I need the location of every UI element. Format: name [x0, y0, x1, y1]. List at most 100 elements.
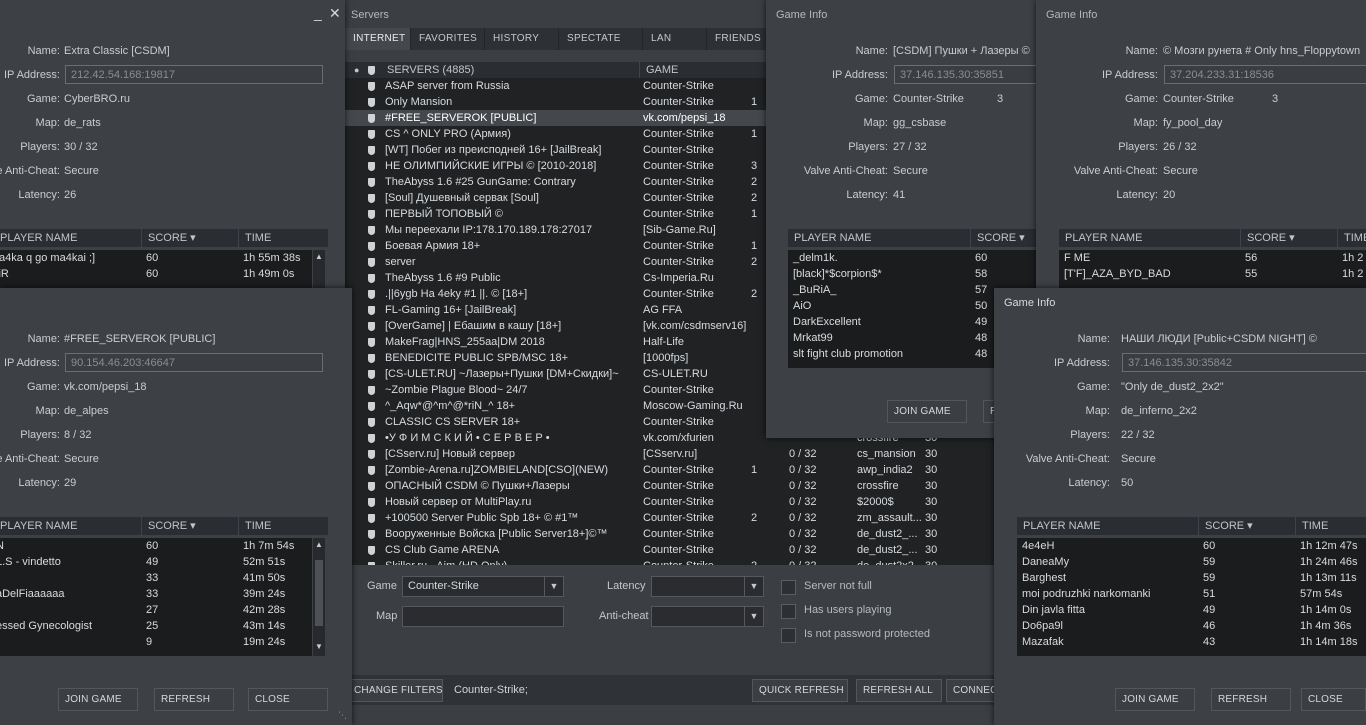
server-name: MakeFrag|HNS_255aa|DM 2018 [385, 336, 545, 348]
server-game: Counter-Strike [643, 464, 714, 476]
player-list: 4e4eH 60 1h 12m 47s DaneaMy 59 1h 24m 46s Barg… [1017, 538, 1366, 656]
change-filters-button[interactable]: CHANGE FILTERS [347, 679, 443, 702]
col-player-name[interactable]: PLAYER NAME [0, 229, 77, 247]
ip-label: IP Address: [831, 69, 888, 81]
tab-favorites[interactable]: FAVORITES [411, 28, 485, 50]
server-game: [Sib-Game.Ru] [643, 224, 716, 236]
server-not-full-checkbox[interactable] [781, 580, 796, 595]
server-name: [Soul] Душевный сервак [Soul] [385, 192, 539, 204]
game-filter-select[interactable]: Counter-Strike ▼ [402, 576, 564, 597]
player-row[interactable]: Barghest 59 1h 13m 11s [1017, 570, 1366, 586]
shield-icon [368, 226, 375, 235]
scroll-up-icon[interactable]: ▲ [315, 540, 323, 549]
player-row[interactable]: DaneaMy 59 1h 24m 46s [1017, 554, 1366, 570]
tab-friends[interactable]: FRIENDS [707, 28, 775, 50]
player-list-scrollbar[interactable]: ▲ ▼ [313, 538, 325, 656]
col-player-name[interactable]: PLAYER NAME [1059, 229, 1142, 247]
tab-lan[interactable]: LAN [643, 28, 707, 50]
close-button[interactable]: CLOSE [248, 688, 328, 711]
player-time: 52m 51s [243, 556, 286, 568]
ip-address-field[interactable]: 37.204.233.31:18536 [1164, 65, 1366, 84]
col-time[interactable]: TIME [238, 517, 271, 535]
shield-icon [368, 114, 375, 123]
server-game: Counter-Strike [643, 80, 714, 92]
player-score: 49 [146, 556, 159, 568]
map-label: Map: [863, 117, 888, 129]
minimize-icon[interactable]: _ [314, 6, 322, 20]
player-row[interactable]: [black]*$corpion$* 58 [788, 266, 1036, 282]
player-row[interactable]: 33 41m 50s [0, 570, 312, 586]
scroll-thumb[interactable] [315, 560, 323, 626]
player-row[interactable]: 27 42m 28s [0, 602, 312, 618]
server-name: [OverGame] | Ебашим в кашу [18+] [385, 320, 562, 332]
col-player-name[interactable]: PLAYER NAME [0, 517, 77, 535]
player-row[interactable]: F ME 56 1h 2 [1059, 250, 1366, 266]
player-score: 9 [146, 636, 153, 648]
col-score[interactable]: SCORE ▾ [1198, 517, 1253, 535]
player-row[interactable]: moi podruzhki narkomanki 51 57m 54s [1017, 586, 1366, 602]
quick-refresh-button[interactable]: QUICK REFRESH [752, 679, 848, 702]
refresh-button[interactable]: REFRESH [154, 688, 234, 711]
col-time[interactable]: TIME [1337, 229, 1366, 247]
player-row[interactable]: N 60 1h 7m 54s [0, 538, 312, 554]
close-button[interactable]: CLOSE [1301, 688, 1366, 711]
not-password-checkbox[interactable] [781, 628, 796, 643]
game-info-window-1: _ ✕ Name: Extra Classic [CSDM] IP Addres… [0, 0, 345, 290]
col-header-game[interactable]: GAME [639, 62, 678, 78]
player-row[interactable]: 9 19m 24s [0, 634, 312, 650]
ip-address-field[interactable]: 90.154.46.203:46647 [65, 353, 323, 372]
tab-history[interactable]: HISTORY [485, 28, 559, 50]
col-header-servers[interactable]: SERVERS (4885) [387, 62, 474, 78]
player-row[interactable]: Do6pa9l 46 1h 4m 36s [1017, 618, 1366, 634]
player-row[interactable] [0, 650, 312, 656]
refresh-button[interactable]: REFRESH [1211, 688, 1291, 711]
ip-address-field[interactable]: 37.146.135.30:35851 [894, 65, 1036, 84]
player-row[interactable]: iiR 60 1h 49m 0s [0, 266, 312, 282]
tab-internet[interactable]: INTERNET [345, 28, 411, 50]
scroll-down-icon[interactable]: ▼ [315, 642, 323, 651]
join-game-button[interactable]: JOIN GAME [887, 400, 967, 423]
player-row[interactable]: aDelFiaaaaaa 33 39m 24s [0, 586, 312, 602]
player-row[interactable]: L.S - vindetto 49 52m 51s [0, 554, 312, 570]
scroll-up-icon[interactable]: ▲ [315, 252, 323, 261]
map-filter-input[interactable] [402, 606, 564, 627]
player-list-scrollbar[interactable]: ▲ [313, 250, 325, 290]
player-score: 60 [146, 540, 159, 552]
close-icon[interactable]: ✕ [329, 6, 341, 20]
player-row[interactable]: [T'F]_AZA_BYD_BAD 55 1h 2 [1059, 266, 1366, 282]
player-row[interactable]: _delm1k. 60 [788, 250, 1036, 266]
server-name-value: © Мозги рунета # Only hns_Floppytown [1163, 45, 1361, 57]
col-score[interactable]: SCORE ▾ [141, 517, 196, 535]
resize-grip-icon[interactable]: ⋱ [338, 710, 347, 721]
player-row[interactable]: Mazafak 43 1h 14m 18s [1017, 634, 1366, 650]
player-row[interactable]: Din javla fitta 49 1h 14m 0s [1017, 602, 1366, 618]
game-filter-label: Game [367, 580, 397, 592]
join-game-button[interactable]: JOIN GAME [58, 688, 138, 711]
ip-address-field[interactable]: 37.146.135.30:35842 [1122, 353, 1366, 372]
player-name: Din javla fitta [1022, 604, 1085, 616]
player-row[interactable]: 4e4eH 60 1h 12m 47s [1017, 538, 1366, 554]
anticheat-filter-select[interactable]: ▼ [651, 606, 764, 627]
server-game: Counter-Strike [643, 288, 714, 300]
col-player-name[interactable]: PLAYER NAME [788, 229, 871, 247]
col-time[interactable]: TIME [238, 229, 271, 247]
col-player-name[interactable]: PLAYER NAME [1017, 517, 1100, 535]
col-score[interactable]: SCORE ▾ [141, 229, 196, 247]
tab-spectate[interactable]: SPECTATE [559, 28, 643, 50]
player-row[interactable]: essed Gynecologist 25 43m 14s [0, 618, 312, 634]
filter-summary: Counter-Strike; [454, 684, 528, 696]
player-row[interactable]: ta4ka q go ma4kai ;] 60 1h 55m 38s [0, 250, 312, 266]
player-score: 27 [146, 604, 159, 616]
shield-icon [368, 370, 375, 379]
col-score[interactable]: SCORE ▾ [970, 229, 1025, 247]
vac-label: Valve Anti-Cheat: [0, 453, 60, 465]
join-game-button[interactable]: JOIN GAME [1115, 688, 1195, 711]
latency-filter-select[interactable]: ▼ [651, 576, 764, 597]
has-users-checkbox[interactable] [781, 604, 796, 619]
col-time[interactable]: TIME [1295, 517, 1328, 535]
refresh-all-button[interactable]: REFRESH ALL [856, 679, 942, 702]
player-row[interactable] [1017, 650, 1366, 656]
ip-address-field[interactable]: 212.42.54.168:19817 [65, 65, 323, 84]
name-label: Name: [27, 333, 60, 345]
col-score[interactable]: SCORE ▾ [1240, 229, 1295, 247]
